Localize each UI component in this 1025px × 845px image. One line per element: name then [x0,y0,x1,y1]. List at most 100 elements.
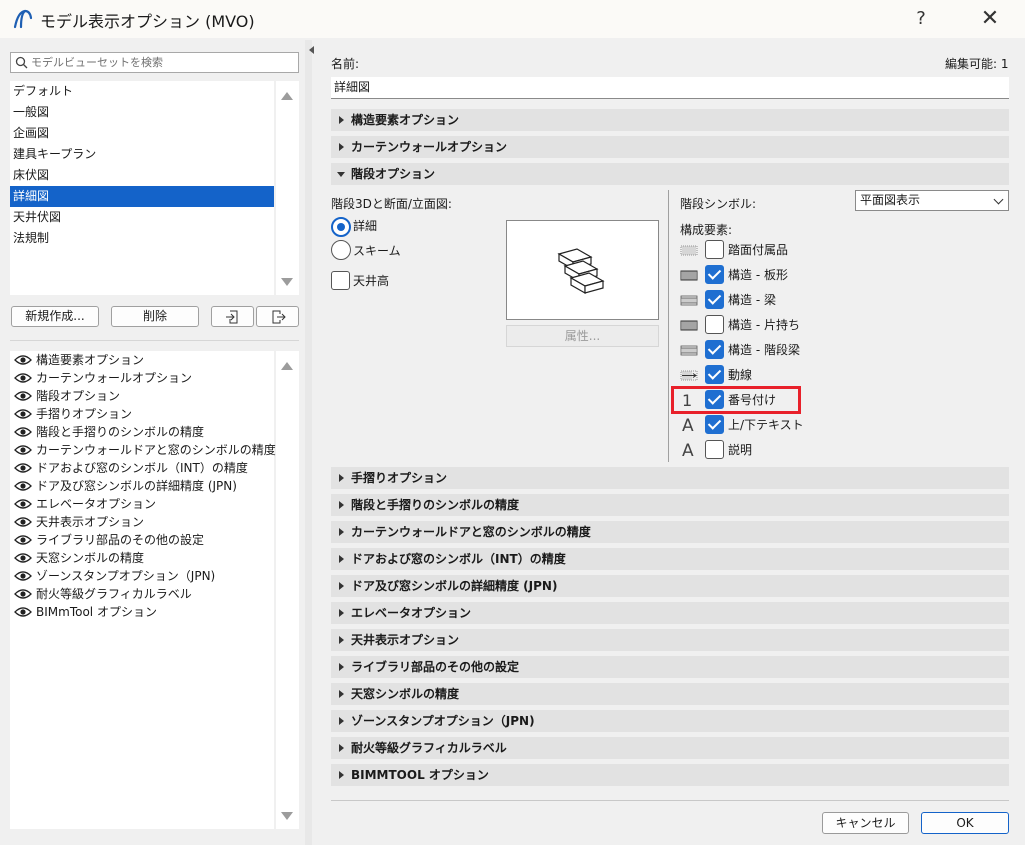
eye-icon[interactable] [14,372,32,384]
walking-line-icon [680,368,698,382]
properties-button[interactable]: 属性... [506,325,659,347]
view-set-item[interactable]: 建具キープラン [10,144,274,165]
option-list-item[interactable]: 階段と手摺りのシンボルの精度 [10,423,274,441]
component-checkbox[interactable] [705,290,724,309]
ceiling-height-label: 天井高 [353,274,390,288]
eye-icon[interactable] [14,462,32,474]
option-list-item[interactable]: 天窓シンボルの精度 [10,549,274,567]
export-button[interactable] [256,306,299,327]
option-label: カーテンウォールドアと窓のシンボルの精度 [36,443,276,457]
view-list-scrollbar[interactable] [276,81,299,295]
component-checkbox[interactable] [705,240,724,259]
view-set-item[interactable]: 法規制 [10,228,274,249]
search-input[interactable] [31,54,293,71]
eye-icon[interactable] [14,552,32,564]
option-label: エレベータオプション [36,497,157,511]
section-header[interactable]: ライブラリ部品のその他の設定 [331,656,1009,678]
option-list-item[interactable]: ドア及び窓シンボルの詳細精度 (JPN) [10,477,274,495]
new-button[interactable]: 新規作成... [11,306,99,327]
description-icon: A [682,441,694,461]
option-list-item[interactable]: エレベータオプション [10,495,274,513]
view-set-item[interactable]: 天井伏図 [10,207,274,228]
component-label: 構造 - 梁 [728,293,776,307]
radio-scheme[interactable] [331,240,351,260]
section-stair-options[interactable]: 階段オプション [331,163,1009,185]
section-structure-options[interactable]: 構造要素オプション [331,109,1009,131]
section-curtain-wall-options[interactable]: カーテンウォールオプション [331,136,1009,158]
scroll-down-icon[interactable] [281,812,293,820]
option-list-item[interactable]: 構造要素オプション [10,351,274,369]
structure-plate-icon [680,268,698,282]
section-header[interactable]: 天窓シンボルの精度 [331,683,1009,705]
components-label: 構成要素: [680,223,733,237]
eye-icon[interactable] [14,444,32,456]
view-set-item[interactable]: 床伏図 [10,165,274,186]
scroll-up-icon[interactable] [281,362,293,370]
view-set-item[interactable]: デフォルト [10,81,274,102]
section-header[interactable]: ドアおよび窓のシンボル（INT）の精度 [331,548,1009,570]
help-button[interactable]: ? [906,4,936,34]
close-button[interactable]: ✕ [975,4,1005,34]
option-list-item[interactable]: ゾーンスタンプオプション（JPN) [10,567,274,585]
component-checkbox[interactable] [705,265,724,284]
stair-symbol-select[interactable]: 平面図表示 [855,190,1009,211]
scroll-up-icon[interactable] [281,92,293,100]
option-list-scrollbar[interactable] [276,351,299,829]
text-icon: A [682,416,694,436]
pane-splitter[interactable] [305,40,312,845]
title-bar: モデル表示オプション (MVO) ? ✕ [0,0,1025,38]
scroll-down-icon[interactable] [281,278,293,286]
collapse-arrow-icon[interactable] [309,46,314,54]
option-label: カーテンウォールオプション [36,371,193,385]
section-header[interactable]: エレベータオプション [331,602,1009,624]
chevron-down-icon [993,194,1004,205]
radio-detail[interactable] [331,217,351,237]
view-set-item[interactable]: 企画図 [10,123,274,144]
eye-icon[interactable] [14,426,32,438]
section-header[interactable]: 階段と手摺りのシンボルの精度 [331,494,1009,516]
section-header[interactable]: BIMMTOOL オプション [331,764,1009,786]
component-checkbox[interactable] [705,340,724,359]
section-header[interactable]: ドア及び窓シンボルの詳細精度 (JPN) [331,575,1009,597]
eye-icon[interactable] [14,390,32,402]
option-list-item[interactable]: 耐火等級グラフィカルラベル [10,585,274,603]
eye-icon[interactable] [14,354,32,366]
eye-icon[interactable] [14,588,32,600]
section-label: ドアおよび窓のシンボル（INT）の精度 [351,552,566,566]
component-checkbox[interactable] [705,365,724,384]
option-list-item[interactable]: 天井表示オプション [10,513,274,531]
import-button[interactable] [211,306,254,327]
delete-button[interactable]: 削除 [111,306,199,327]
ok-button[interactable]: OK [921,812,1009,834]
option-list-item[interactable]: ドアおよび窓のシンボル（INT）の精度 [10,459,274,477]
option-list-item[interactable]: カーテンウォールオプション [10,369,274,387]
eye-icon[interactable] [14,408,32,420]
view-set-item[interactable]: 詳細図 [10,186,274,207]
section-label: ライブラリ部品のその他の設定 [351,660,520,674]
component-checkbox[interactable] [705,315,724,334]
eye-icon[interactable] [14,498,32,510]
section-header[interactable]: 耐火等級グラフィカルラベル [331,737,1009,759]
name-field[interactable]: 詳細図 [331,77,1009,99]
ceiling-height-checkbox[interactable] [331,271,350,290]
eye-icon[interactable] [14,534,32,546]
eye-icon[interactable] [14,570,32,582]
section-header[interactable]: ゾーンスタンプオプション（JPN) [331,710,1009,732]
eye-icon[interactable] [14,516,32,528]
eye-icon[interactable] [14,606,32,618]
view-set-item[interactable]: 一般図 [10,102,274,123]
option-list-item[interactable]: ライブラリ部品のその他の設定 [10,531,274,549]
cancel-button[interactable]: キャンセル [822,812,909,834]
eye-icon[interactable] [14,480,32,492]
search-box[interactable] [10,52,299,73]
component-checkbox[interactable] [705,440,724,459]
option-list-item[interactable]: カーテンウォールドアと窓のシンボルの精度 [10,441,276,459]
component-checkbox[interactable] [705,415,724,434]
option-list-item[interactable]: 手摺りオプション [10,405,274,423]
option-list-item[interactable]: BIMmTool オプション [10,603,274,621]
option-list-item[interactable]: 階段オプション [10,387,274,405]
section-header[interactable]: カーテンウォールドアと窓のシンボルの精度 [331,521,1009,543]
section-header[interactable]: 手摺りオプション [331,467,1009,489]
export-icon [272,310,286,324]
section-header[interactable]: 天井表示オプション [331,629,1009,651]
